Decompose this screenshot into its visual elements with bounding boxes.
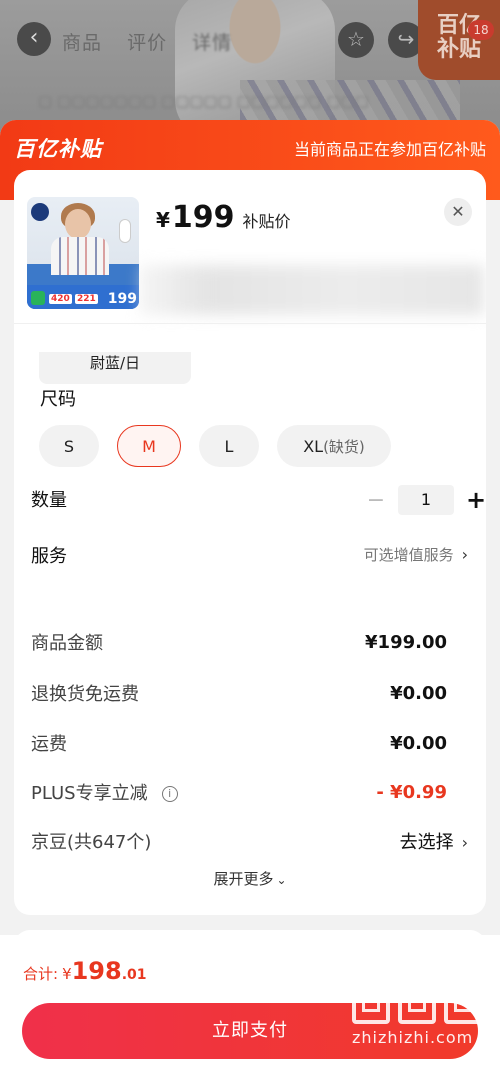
quantity-label: 数量: [31, 490, 67, 511]
size-option-xl[interactable]: XL (缺货): [277, 425, 391, 467]
chevron-down-icon: ⌄: [276, 873, 287, 887]
total-currency: ¥: [62, 965, 72, 983]
background-product-page: ‹ 商品 评价 详情 ☆ ↪ 百亿补贴 18 ▢ ▢▢▢▢▢▢▢ ▢▢▢▢▢ ▢…: [0, 0, 500, 140]
price-row: ¥ 199 补贴价: [156, 200, 291, 235]
size-option-m[interactable]: M: [117, 425, 181, 467]
chevron-right-icon: ›: [461, 833, 468, 852]
service-value: 可选增值服务: [363, 546, 454, 564]
thumb-shirt: [51, 237, 109, 275]
cost-row-shipping: 运费 ¥0.00: [31, 730, 447, 756]
brand-logo-icon: [31, 203, 49, 221]
cost-value: ¥199.00: [365, 631, 447, 653]
cost-label-wrap: PLUS专享立减 i: [31, 779, 178, 805]
blurred-info-strip: [139, 265, 484, 315]
cost-value: ¥0.00: [390, 682, 447, 704]
watermark-glyph: [352, 976, 390, 1024]
quantity-plus-button[interactable]: +: [464, 486, 486, 514]
product-thumbnail[interactable]: 420 221 199: [27, 197, 139, 309]
order-total: 合计: ¥ 198 .01: [23, 957, 147, 985]
cost-label: 商品金额: [31, 633, 103, 654]
cart-count-badge: 18: [468, 20, 494, 40]
thumb-price: 199: [107, 291, 137, 307]
thumb-hangtag: [119, 219, 131, 243]
watermark-glyph: [398, 976, 436, 1024]
beans-select-label: 去选择: [399, 832, 454, 853]
chevron-right-icon: ›: [461, 545, 468, 564]
thumb-number-1: 420: [49, 294, 72, 304]
beans-select[interactable]: 去选择 ›: [400, 828, 468, 854]
purchase-sheet: 百亿补贴 当前商品正在参加百亿补贴 420 221 199 ¥ 199 补贴价 …: [0, 120, 500, 1066]
expand-more-button[interactable]: 展开更多 ⌄: [14, 868, 486, 889]
cost-label: 退换货免运费: [31, 684, 139, 705]
total-label: 合计:: [23, 965, 59, 983]
background-tab-bar: 商品 评价 详情: [62, 28, 250, 55]
subsidy-logo: 百亿补贴: [14, 137, 102, 161]
watermark-glyph: [444, 976, 482, 1024]
size-label-l: L: [224, 436, 234, 456]
service-selector[interactable]: 可选增值服务 ›: [364, 544, 468, 565]
tab-details[interactable]: 详情: [192, 32, 232, 54]
thumb-badge-icon: [31, 291, 45, 305]
size-label-s: S: [63, 436, 75, 456]
divider: [14, 323, 486, 324]
price-value: 199: [171, 200, 235, 235]
favorite-star-icon[interactable]: ☆: [338, 22, 374, 58]
cost-summary-card: 商品金额 ¥199.00 退换货免运费 ¥0.00 运费 ¥0.00 PLUS专…: [14, 603, 486, 915]
close-icon[interactable]: ✕: [444, 198, 472, 226]
price-currency: ¥: [156, 208, 170, 232]
size-option-s[interactable]: S: [39, 425, 99, 467]
total-integer: 198: [71, 957, 122, 985]
quantity-minus-button[interactable]: −: [364, 488, 388, 513]
cost-row-goods: 商品金额 ¥199.00: [31, 629, 447, 655]
subsidy-note: 当前商品正在参加百亿补贴: [293, 140, 486, 159]
cost-row-jd-beans[interactable]: 京豆(共647个) 去选择 ›: [31, 828, 468, 854]
watermark-text: zhizhizhi.com: [352, 1028, 474, 1047]
cost-label: PLUS专享立减: [31, 783, 148, 804]
size-label-m: M: [142, 436, 156, 456]
back-icon[interactable]: ‹: [17, 22, 51, 56]
expand-more-label: 展开更多: [213, 870, 274, 888]
tab-product[interactable]: 商品: [62, 32, 102, 54]
cost-row-return-shipping: 退换货免运费 ¥0.00: [31, 680, 447, 706]
cost-value-discount: - ¥0.99: [376, 781, 447, 803]
quantity-input[interactable]: 1: [398, 485, 454, 515]
service-label: 服务: [31, 546, 67, 567]
price-tag: 补贴价: [242, 212, 291, 231]
cost-label: 京豆(共647个): [31, 832, 152, 853]
cost-label: 运费: [31, 734, 67, 755]
background-blurred-text: ▢ ▢▢▢▢▢▢▢ ▢▢▢▢▢ ▢▢▢▢▢▢ ▢▢▢: [38, 92, 369, 110]
background-subsidy-badge: 百亿补贴: [418, 0, 500, 80]
watermark: zhizhizhi.com: [352, 976, 492, 1056]
size-label-xl: XL: [303, 436, 324, 456]
out-of-stock-note: (缺货): [323, 437, 365, 456]
quantity-stepper: − 1 +: [364, 485, 486, 515]
tab-reviews[interactable]: 评价: [127, 32, 167, 54]
size-option-l[interactable]: L: [199, 425, 259, 467]
thumb-number-2: 221: [75, 294, 98, 304]
watermark-logo-icon: [352, 976, 492, 1024]
color-option-selected[interactable]: 尉蓝/日: [39, 352, 191, 384]
total-decimal: .01: [121, 967, 147, 983]
size-title: 尺码: [40, 389, 76, 410]
info-icon[interactable]: i: [161, 786, 178, 802]
cost-row-plus-discount: PLUS专享立减 i - ¥0.99: [31, 779, 447, 805]
size-options: S M L XL (缺货): [39, 425, 409, 467]
thumb-face: [65, 209, 91, 239]
cost-value: ¥0.00: [390, 732, 447, 754]
